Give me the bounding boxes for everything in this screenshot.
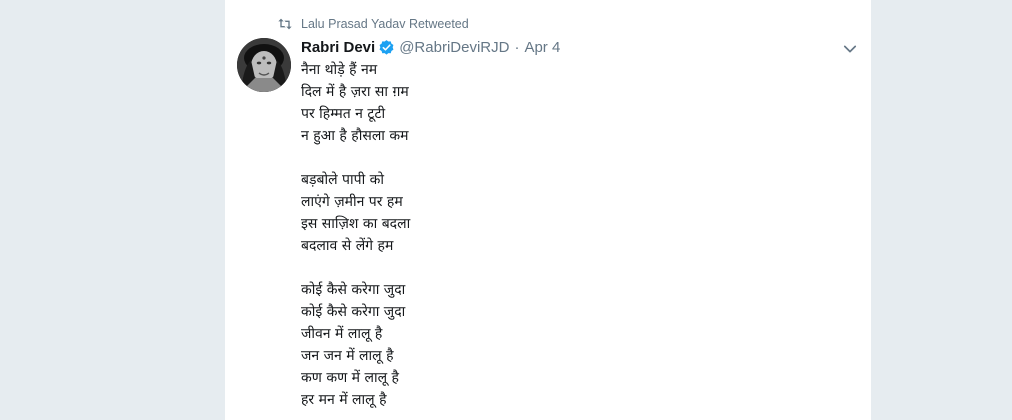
avatar[interactable] [237,38,291,92]
stanza-gap [301,257,821,279]
tweet-line: पर हिम्मत न टूटी [301,106,386,122]
tweet-text: नैना थोड़े हैं नम दिल में है ज़रा सा ग़म… [301,59,821,411]
tweet-line: लाएंगे ज़मीन पर हम [301,194,403,210]
tweet-line: कोई कैसे करेगा जुदा [301,304,406,320]
tweet-line: दिल में है ज़रा सा ग़म [301,84,409,100]
author-handle[interactable]: @RabriDeviRJD [399,39,509,56]
tweet-line: इस साज़िश का बदला [301,216,411,232]
tweet-line: न हुआ है हौसला कम [301,128,409,144]
tweet-line: कण कण में लालू है [301,370,399,386]
tweet-timestamp[interactable]: Apr 4 [524,39,560,56]
separator-dot: · [514,38,520,56]
tweet-line: बड़बोले पापी को [301,172,385,188]
tweet-card[interactable]: Lalu Prasad Yadav Retweeted Rabri Devi @… [224,0,872,420]
tweet-line: हर मन में लालू है [301,392,387,408]
stanza-gap [301,147,821,169]
chevron-down-icon[interactable] [841,40,859,58]
tweet-line: कोई कैसे करेगा जुदा [301,282,406,298]
retweet-context[interactable]: Lalu Prasad Yadav Retweeted [277,15,469,33]
author-name[interactable]: Rabri Devi [301,39,375,56]
retweet-icon [277,16,293,32]
tweet-line: जन जन में लालू है [301,348,394,364]
tweet-line: जीवन में लालू है [301,326,383,342]
verified-badge-icon [378,39,395,56]
tweet-line: बदलाव से लेंगे हम [301,238,394,254]
tweet-line: नैना थोड़े हैं नम [301,62,378,78]
retweet-label[interactable]: Lalu Prasad Yadav Retweeted [301,17,469,31]
tweet-header: Rabri Devi @RabriDeviRJD · Apr 4 [301,37,560,57]
